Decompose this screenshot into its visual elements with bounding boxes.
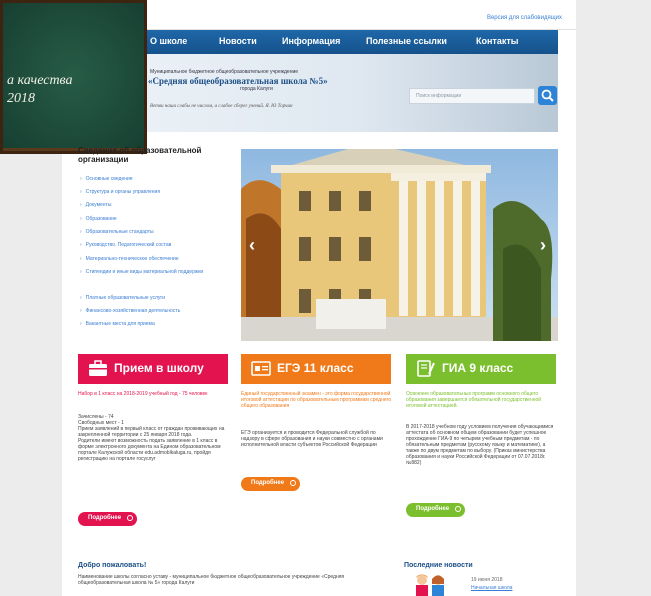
- card-admission-title: Прием в школу: [114, 361, 204, 375]
- sidebar-item-vacancies[interactable]: Вакантные места для приема: [80, 321, 155, 327]
- school-name[interactable]: «Средняя общеобразовательная школа №5»: [148, 76, 358, 86]
- gia-more-button[interactable]: Подробнее: [406, 503, 466, 517]
- photo-slider[interactable]: ‹ ›: [241, 149, 558, 341]
- card-ege-text: ЕГЭ организуется и проводится Федерально…: [241, 430, 383, 448]
- card-ege-lead: Единый государственный экзамен - это фор…: [241, 391, 392, 409]
- slider-prev-icon[interactable]: ‹: [249, 235, 255, 256]
- news-link[interactable]: Начальная школа: [471, 585, 512, 591]
- chalk-text-line-2: 2018: [7, 91, 35, 106]
- sidebar-item-education[interactable]: Образование: [80, 216, 117, 222]
- card-gia-text: В 2017-2018 учебном году условием получе…: [406, 424, 554, 466]
- nav-item-about[interactable]: О школе: [150, 36, 187, 46]
- card-admission-lead: Набор в 1 класс на 2018-2019 учебный год…: [78, 391, 208, 397]
- search-input[interactable]: Поиск информации: [409, 88, 535, 104]
- chalk-text-line-1: а качества: [7, 73, 73, 88]
- notebook-pencil-icon: [417, 360, 435, 377]
- news-date: 19 июня 2018: [471, 577, 503, 583]
- slider-next-icon[interactable]: ›: [540, 235, 546, 256]
- document-icon: [251, 361, 271, 376]
- ege-more-button[interactable]: Подробнее: [241, 477, 301, 491]
- chalkboard-banner: а качества 2018: [0, 0, 147, 154]
- nav-item-links[interactable]: Полезные ссылки: [366, 36, 447, 46]
- school-org-line: Муниципальное бюджетное общеобразователь…: [150, 69, 299, 75]
- briefcase-icon: [89, 360, 107, 376]
- welcome-text: Наименование школы согласно уставу - мун…: [78, 574, 345, 586]
- sidebar-item-scholarships[interactable]: Стипендии и иные виды материальной подде…: [80, 269, 220, 275]
- card-admission-header[interactable]: Прием в школу: [78, 354, 228, 384]
- nav-item-info[interactable]: Информация: [282, 36, 340, 46]
- school-building-photo: [241, 149, 558, 341]
- school-city: города Калуги: [240, 86, 273, 92]
- search-button[interactable]: [538, 86, 557, 105]
- chalkboard-surface: а качества 2018: [3, 3, 144, 148]
- sidebar-item-staff[interactable]: Руководство. Педагогический состав: [80, 242, 172, 248]
- sidebar-item-finance[interactable]: Финансово-хозяйственная деятельность: [80, 308, 181, 314]
- pupils-illustration: [416, 574, 444, 596]
- news-title: Последние новости: [404, 562, 473, 569]
- card-gia-header[interactable]: ГИА 9 класс: [406, 354, 556, 384]
- sidebar-item-basic-info[interactable]: Основные сведения: [80, 176, 133, 182]
- sidebar-item-standards[interactable]: Образовательные стандарты: [80, 229, 154, 235]
- sidebar-item-documents[interactable]: Документы: [80, 202, 112, 208]
- card-admission-text: Зачислены - 74 Свободных мест - 1 Прием …: [78, 414, 225, 462]
- sidebar-item-structure[interactable]: Структура и органы управления: [80, 189, 160, 195]
- sidebar-item-facilities[interactable]: Материально-техническое обеспечение: [80, 256, 179, 262]
- card-gia-title: ГИА 9 класс: [442, 361, 514, 375]
- nav-item-news[interactable]: Новости: [219, 36, 257, 46]
- card-ege-header[interactable]: ЕГЭ 11 класс: [241, 354, 391, 384]
- card-gia-lead: Освоение образовательных программ основн…: [406, 391, 542, 409]
- nav-item-contacts[interactable]: Контакты: [476, 36, 518, 46]
- low-vision-link[interactable]: Версия для слабовидящих: [487, 15, 562, 21]
- school-motto: Ветви наша слабы не числом, а слабое сбе…: [150, 104, 293, 109]
- sidebar-item-paid-services[interactable]: Платные образовательные услуги: [80, 295, 165, 301]
- card-ege-title: ЕГЭ 11 класс: [277, 361, 354, 375]
- search-icon: [541, 89, 554, 102]
- welcome-title: Добро пожаловать!: [78, 562, 147, 569]
- admission-more-button[interactable]: Подробнее: [78, 512, 138, 526]
- sidebar-title: Сведения об образовательной организации: [78, 146, 202, 164]
